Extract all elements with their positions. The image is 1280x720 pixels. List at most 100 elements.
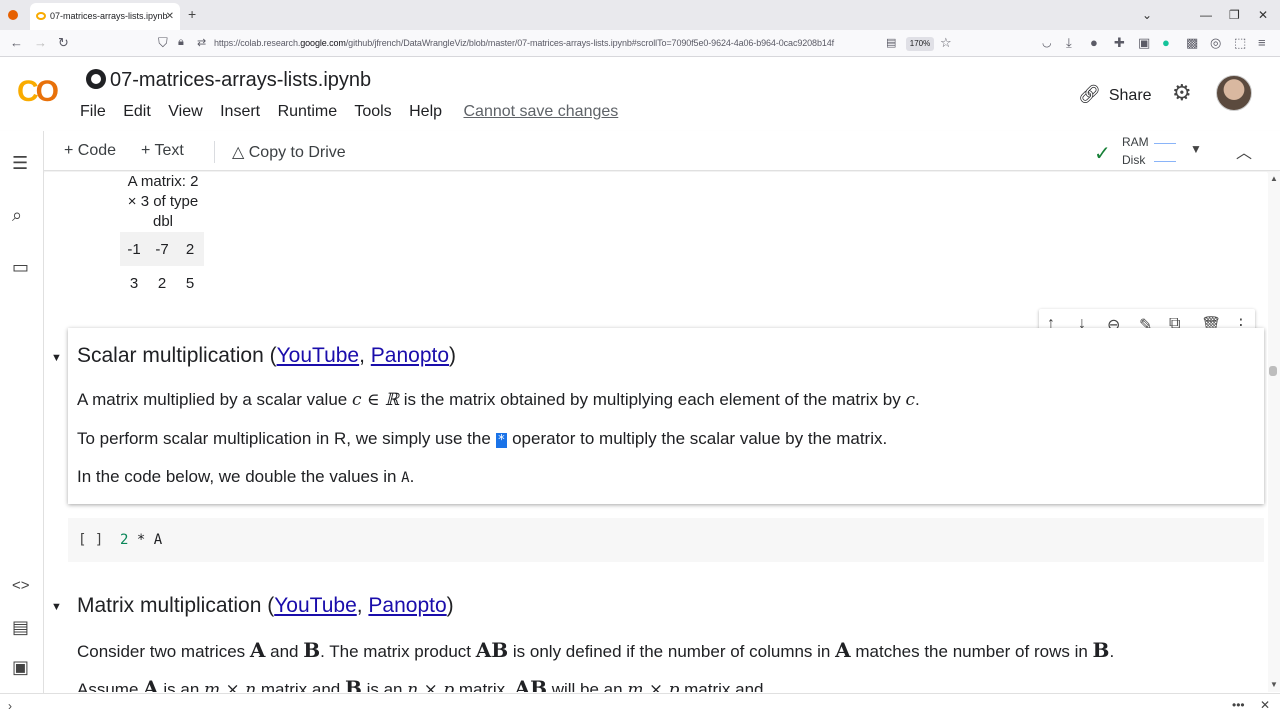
- highlighted-operator: *: [495, 433, 508, 448]
- ram-label: RAM: [1122, 135, 1149, 149]
- folder-icon[interactable]: ▭: [12, 257, 29, 278]
- table-row: 3 2 5: [120, 266, 204, 300]
- avatar[interactable]: [1216, 75, 1252, 111]
- copy-to-drive-button[interactable]: △ Copy to Drive: [232, 142, 346, 162]
- menu-bar: File Edit View Insert Runtime Tools Help…: [80, 103, 631, 121]
- command-palette-icon[interactable]: ▤: [12, 617, 29, 638]
- matrix-output-table: -1 -7 2 3 2 5: [120, 232, 204, 300]
- reader-view-icon[interactable]: ▤: [886, 36, 896, 49]
- zoom-level[interactable]: 170%: [906, 37, 934, 51]
- extension-box-icon[interactable]: ▣: [1138, 35, 1150, 51]
- minimize-icon[interactable]: —: [1200, 8, 1212, 22]
- back-icon[interactable]: ←: [10, 35, 23, 50]
- disk-bar: [1154, 161, 1176, 162]
- share-label: Share: [1108, 87, 1152, 104]
- paragraph: In the code below, we double the values …: [77, 467, 415, 486]
- close-window-icon[interactable]: ✕: [1258, 8, 1268, 22]
- share-button[interactable]: 🔗︎ Share: [1078, 84, 1152, 105]
- menu-tools[interactable]: Tools: [354, 103, 391, 120]
- table-cell: 5: [185, 274, 195, 292]
- new-tab-icon[interactable]: +: [188, 6, 196, 22]
- menu-help[interactable]: Help: [409, 103, 442, 120]
- section-heading: Scalar multiplication (YouTube, Panopto): [77, 344, 457, 367]
- close-tab-icon[interactable]: ✕: [166, 3, 174, 30]
- extension-puzzle-icon[interactable]: ✚: [1114, 35, 1125, 51]
- ram-bar: [1154, 143, 1176, 144]
- run-cell-button[interactable]: [ ]: [78, 532, 103, 548]
- notebook-toolbar: + Code + Text △ Copy to Drive ✓ RAM Disk…: [0, 131, 1280, 171]
- bookmark-star-icon[interactable]: ☆: [940, 35, 952, 51]
- downloads-icon[interactable]: ⤓: [1066, 35, 1072, 51]
- toolbar-divider: [214, 141, 215, 163]
- youtube-link[interactable]: YouTube: [274, 594, 357, 617]
- search-icon[interactable]: ⌕: [12, 205, 22, 226]
- add-text-button[interactable]: + Text: [141, 142, 184, 160]
- table-cell: -1: [120, 232, 148, 266]
- disk-label: Disk: [1122, 153, 1146, 167]
- shield-icon[interactable]: ⛉: [158, 35, 168, 51]
- browser-tab[interactable]: 07-matrices-arrays-lists.ipynb ✕: [30, 3, 180, 30]
- maximize-icon[interactable]: ❐: [1229, 8, 1240, 22]
- collapse-section-icon[interactable]: ▼: [51, 601, 62, 613]
- extensions-icon[interactable]: ⬚: [1234, 35, 1246, 51]
- url-field[interactable]: https://colab.research.google.com/github…: [214, 38, 834, 48]
- expand-arrow-icon[interactable]: ›: [8, 699, 12, 713]
- lock-icon[interactable]: 🔒︎: [178, 36, 184, 49]
- list-tabs-icon[interactable]: ⌄: [1142, 8, 1152, 22]
- terminal-icon[interactable]: ▣: [12, 657, 29, 678]
- scrollbar-thumb[interactable]: [1269, 366, 1277, 376]
- table-of-contents-icon[interactable]: ☰: [12, 153, 28, 174]
- translate-icon[interactable]: ◎: [1210, 35, 1221, 51]
- reload-icon[interactable]: ↻: [58, 35, 69, 51]
- table-cell: 2: [157, 274, 167, 292]
- collapse-section-icon[interactable]: ▼: [51, 352, 62, 364]
- firefox-icon: [8, 10, 18, 20]
- forward-icon[interactable]: →: [34, 35, 47, 50]
- table-row: -1 -7 2: [120, 232, 204, 266]
- table-cell: 2: [176, 232, 204, 266]
- pocket-icon[interactable]: ◡: [1042, 36, 1052, 49]
- menu-file[interactable]: File: [80, 103, 106, 120]
- screenshot-icon[interactable]: ▩: [1186, 35, 1198, 51]
- left-sidebar: ☰ ⌕ ▭ <> ▤ ▣: [0, 131, 44, 693]
- tab-title: 07-matrices-arrays-lists.ipynb: [50, 11, 168, 21]
- extension-dark-icon[interactable]: ●: [1090, 35, 1098, 50]
- table-cell: -7: [148, 232, 176, 266]
- more-icon[interactable]: •••: [1232, 698, 1245, 712]
- paragraph: To perform scalar multiplication in R, w…: [77, 429, 888, 448]
- drive-icon: △: [232, 144, 249, 161]
- scroll-up-icon[interactable]: ▲: [1270, 174, 1278, 183]
- panopto-link[interactable]: Panopto: [371, 344, 449, 367]
- menu-insert[interactable]: Insert: [220, 103, 260, 120]
- scrollbar[interactable]: [1268, 172, 1280, 692]
- app-menu-icon[interactable]: ≡: [1258, 35, 1266, 50]
- table-cell: 3: [129, 274, 139, 292]
- colab-logo[interactable]: CO: [17, 75, 59, 109]
- paragraph: A matrix multiplied by a scalar value c …: [77, 390, 920, 410]
- colab-header: CO 07-matrices-arrays-lists.ipynb File E…: [0, 57, 1280, 131]
- menu-edit[interactable]: Edit: [123, 103, 151, 120]
- close-panel-icon[interactable]: ✕: [1260, 698, 1270, 712]
- save-status[interactable]: Cannot save changes: [463, 103, 618, 120]
- text-cell-scalar[interactable]: Scalar multiplication (YouTube, Panopto)…: [68, 328, 1264, 504]
- plus-icon: +: [64, 142, 78, 159]
- colab-favicon-icon: [36, 12, 46, 20]
- grammarly-icon[interactable]: ●: [1162, 35, 1170, 50]
- notebook-title[interactable]: 07-matrices-arrays-lists.ipynb: [86, 69, 371, 92]
- settings-gear-icon[interactable]: ⚙: [1172, 80, 1192, 106]
- section-heading: Matrix multiplication (YouTube, Panopto): [77, 594, 454, 617]
- youtube-link[interactable]: YouTube: [277, 344, 360, 367]
- permissions-icon[interactable]: ⇄: [197, 36, 206, 49]
- link-icon: 🔗︎: [1078, 84, 1101, 104]
- notebook-content: A matrix: 2 × 3 of type dbl -1 -7 2 3 2 …: [45, 172, 1267, 692]
- code-cell[interactable]: [ ] 2 * A: [68, 518, 1264, 562]
- chevron-down-icon[interactable]: ▼: [1190, 142, 1202, 156]
- panopto-link[interactable]: Panopto: [368, 594, 446, 617]
- menu-view[interactable]: View: [168, 103, 202, 120]
- menu-runtime[interactable]: Runtime: [278, 103, 338, 120]
- add-code-button[interactable]: + Code: [64, 142, 116, 160]
- code-source[interactable]: 2 * A: [120, 532, 162, 548]
- scroll-down-icon[interactable]: ▼: [1270, 680, 1278, 689]
- chevron-up-icon[interactable]: ︿: [1236, 139, 1252, 163]
- code-snippets-icon[interactable]: <>: [12, 577, 30, 594]
